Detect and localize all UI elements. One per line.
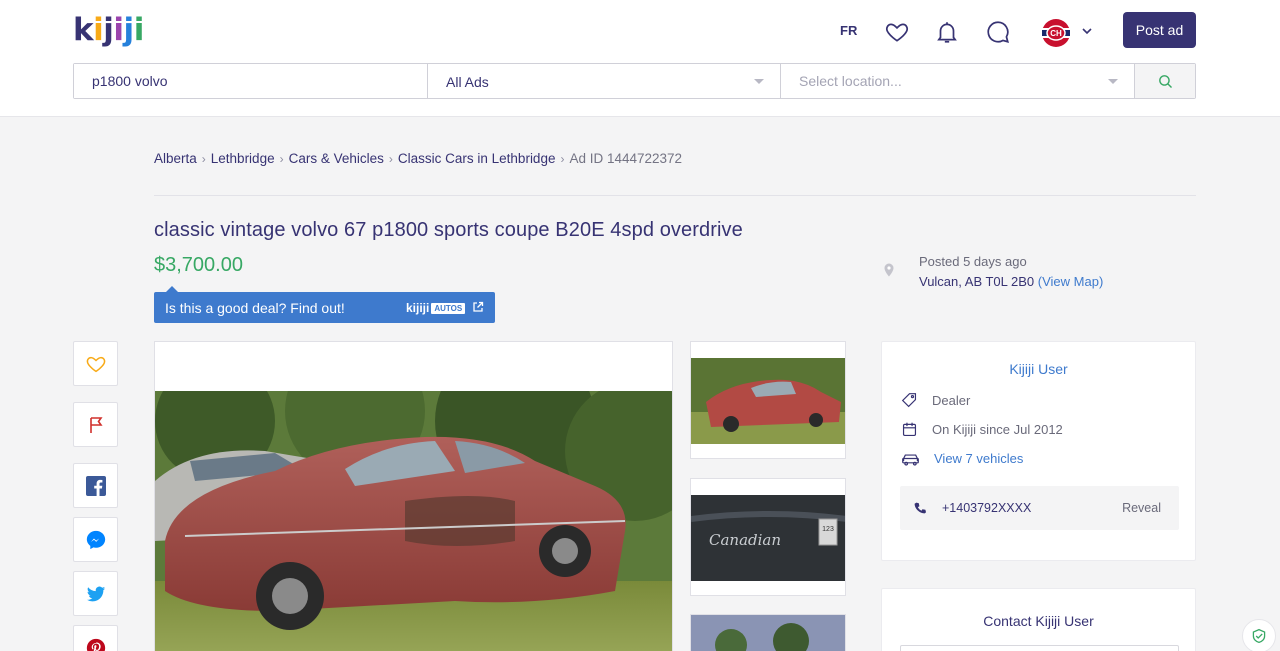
thumbnail-1[interactable] (690, 341, 846, 459)
map-pin-icon (884, 263, 894, 277)
chevron-down-icon[interactable] (1080, 24, 1094, 38)
heart-icon (86, 356, 105, 372)
reveal-phone-button[interactable]: Reveal (1122, 501, 1161, 515)
listing-price: $3,700.00 (154, 254, 243, 276)
listing-location: Vulcan, AB T0L 2B0 (View Map) (919, 274, 1103, 289)
external-link-icon (473, 301, 484, 312)
deal-brand-name: kijiji (406, 301, 430, 315)
kijiji-autos-logo: kijiji AUTOS (406, 301, 466, 315)
breadcrumb-item[interactable]: Cars & Vehicles (289, 151, 384, 166)
thumbnail-image (691, 615, 845, 651)
contact-title: Contact Kijiji User (983, 613, 1094, 629)
phone-icon (914, 502, 926, 514)
divider (154, 195, 1196, 196)
ad-id: Ad ID 1444722372 (569, 151, 683, 166)
location-select[interactable]: Select location... (781, 64, 1135, 98)
caret-down-icon (1108, 79, 1118, 84)
share-pinterest-button[interactable] (73, 625, 118, 651)
svg-text:CH: CH (1050, 29, 1062, 38)
seller-type-row: Dealer (901, 392, 970, 409)
search-input[interactable] (74, 64, 428, 98)
facebook-icon (85, 475, 106, 496)
contact-card: Contact Kijiji User (881, 588, 1196, 651)
location-text: Vulcan, AB T0L 2B0 (919, 274, 1035, 289)
location-placeholder: Select location... (799, 73, 902, 89)
deal-text: Is this a good deal? Find out! (165, 299, 345, 316)
breadcrumb: Alberta › Lethbridge › Cars & Vehicles ›… (154, 151, 682, 166)
bell-icon[interactable] (934, 19, 960, 45)
search-button[interactable] (1135, 64, 1195, 98)
avatar[interactable]: CH (1041, 18, 1071, 48)
svg-text:Canadian: Canadian (709, 531, 781, 549)
tag-icon (901, 393, 917, 408)
phone-number: +1403792XXXX (942, 501, 1032, 515)
kijiji-logo[interactable]: kijiji (73, 10, 144, 50)
twitter-icon (86, 586, 105, 601)
category-value: All Ads (446, 74, 489, 90)
thumbnail-image: Canadian 123 (691, 479, 845, 595)
site-header: kijiji FR CH Post ad All Ads Select loca… (0, 0, 1280, 117)
search-bar: All Ads Select location... (73, 63, 1196, 99)
search-icon (1158, 74, 1172, 88)
car-icon (902, 454, 919, 466)
view-vehicles-link[interactable]: View 7 vehicles (934, 451, 1023, 466)
chevron-right-icon: › (279, 151, 284, 166)
seller-since: On Kijiji since Jul 2012 (932, 422, 1063, 437)
report-button[interactable] (73, 402, 118, 447)
share-messenger-button[interactable] (73, 517, 118, 562)
seller-vehicles-row: View 7 vehicles (901, 450, 1023, 467)
svg-text:123: 123 (822, 526, 834, 533)
chat-icon[interactable] (985, 19, 1011, 45)
breadcrumb-item[interactable]: Lethbridge (211, 151, 275, 166)
thumbnail-image (691, 342, 845, 458)
good-deal-banner[interactable]: Is this a good deal? Find out! kijiji AU… (154, 286, 495, 323)
contact-message-field[interactable] (900, 645, 1179, 651)
listing-title: classic vintage volvo 67 p1800 sports co… (154, 219, 743, 241)
deal-brand-sub: AUTOS (431, 302, 466, 314)
main-photo-frame[interactable] (154, 341, 673, 651)
main-photo (155, 391, 672, 651)
share-twitter-button[interactable] (73, 571, 118, 616)
security-badge[interactable] (1242, 619, 1276, 651)
seller-since-row: On Kijiji since Jul 2012 (901, 421, 1063, 438)
share-facebook-button[interactable] (73, 463, 118, 508)
category-select[interactable]: All Ads (428, 64, 781, 98)
language-toggle[interactable]: FR (840, 23, 857, 38)
chevron-right-icon: › (201, 151, 206, 166)
chevron-right-icon: › (388, 151, 393, 166)
flag-icon (89, 416, 103, 433)
thumbnail-3[interactable] (690, 614, 846, 651)
seller-type: Dealer (932, 393, 971, 408)
shield-check-icon (1252, 628, 1266, 644)
favourite-button[interactable] (73, 341, 118, 386)
breadcrumb-item[interactable]: Alberta (154, 151, 197, 166)
chevron-right-icon: › (560, 151, 565, 166)
seller-card: Kijiji User Dealer On Kijiji since Jul 2… (881, 341, 1196, 561)
thumbnail-2[interactable]: Canadian 123 (690, 478, 846, 596)
messenger-icon (86, 530, 105, 549)
post-ad-button[interactable]: Post ad (1123, 12, 1196, 48)
phone-box: +1403792XXXX Reveal (900, 486, 1179, 530)
breadcrumb-item[interactable]: Classic Cars in Lethbridge (398, 151, 556, 166)
view-map-link[interactable]: (View Map) (1038, 274, 1104, 289)
calendar-icon (902, 422, 917, 437)
heart-icon[interactable] (884, 19, 910, 45)
caret-down-icon (754, 79, 764, 84)
pinterest-icon (86, 638, 105, 651)
posted-date: Posted 5 days ago (919, 254, 1027, 269)
seller-name[interactable]: Kijiji User (882, 361, 1195, 377)
